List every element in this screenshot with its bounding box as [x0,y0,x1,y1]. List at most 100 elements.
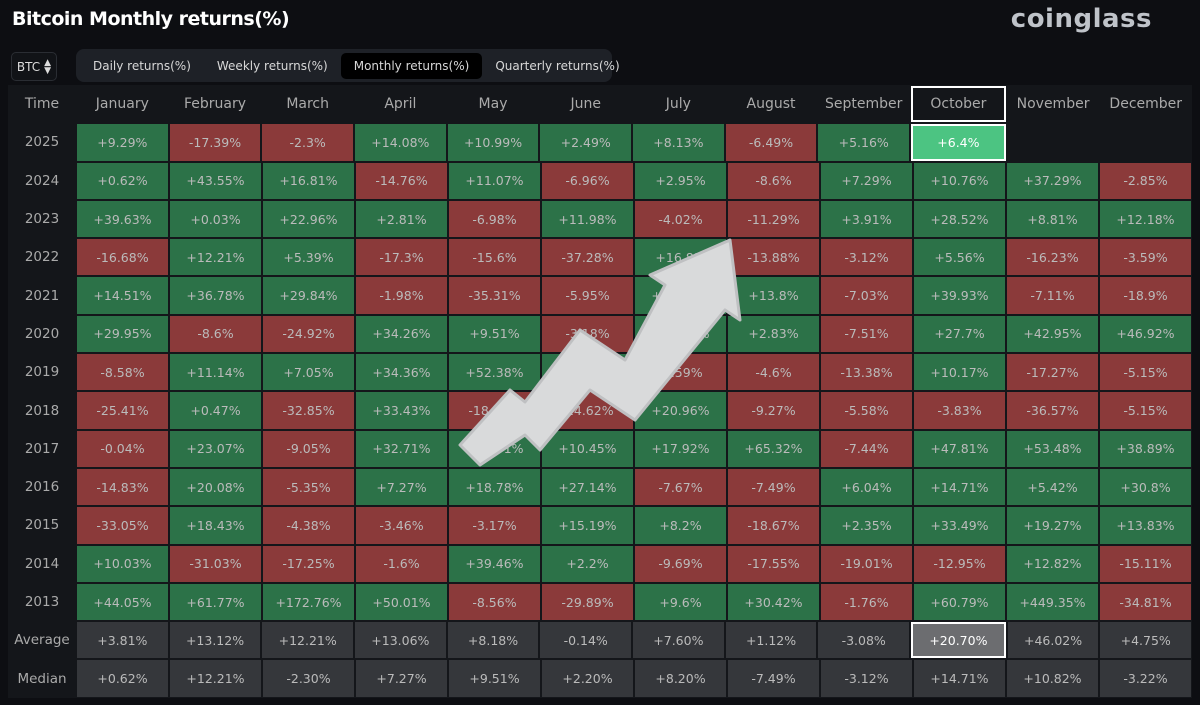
return-cell[interactable]: +12.21% [170,660,261,697]
return-cell[interactable]: +2.49% [540,124,632,161]
return-cell[interactable]: -9.69% [635,545,726,582]
return-cell[interactable]: +32.71% [356,430,447,467]
return-cell[interactable]: +18.43% [170,507,261,544]
return-cell[interactable]: +7.05% [263,354,354,391]
return-cell[interactable]: +65.32% [728,430,819,467]
return-cell[interactable]: -7.67% [635,468,726,506]
return-cell[interactable]: -5.35% [263,468,354,506]
return-cell[interactable]: -4.38% [263,507,354,544]
return-cell[interactable]: +30.8% [1100,468,1191,506]
return-cell[interactable]: -18.9% [1100,277,1191,314]
return-cell[interactable]: +6.04% [821,468,912,506]
return-cell[interactable]: -7.49% [728,660,819,697]
return-cell[interactable]: -2.85% [1100,162,1191,199]
return-cell[interactable]: +4.75% [1100,622,1192,659]
return-cell[interactable]: -5.15% [1100,354,1191,391]
return-cell[interactable]: -4.02% [635,200,726,238]
return-cell[interactable]: +0.03% [170,200,261,238]
return-cell[interactable]: +20.96% [635,392,726,429]
return-cell[interactable]: +0.62% [77,660,168,697]
return-cell[interactable]: -14.83% [77,468,168,506]
return-cell[interactable]: +12.18% [1100,200,1191,238]
return-cell[interactable]: -3.12% [821,239,912,276]
return-cell[interactable]: +19.27% [1007,507,1098,544]
return-cell[interactable]: -18.99% [449,392,540,429]
return-cell[interactable]: +12.21% [170,239,261,276]
return-cell[interactable]: +50.01% [356,583,447,621]
return-cell[interactable]: -34.81% [1100,583,1191,621]
return-cell[interactable]: +29.95% [77,315,168,353]
return-cell[interactable]: -18.67% [728,507,819,544]
return-cell[interactable]: +39.46% [449,545,540,582]
return-cell[interactable]: -19.01% [821,545,912,582]
return-cell[interactable]: +16.81% [263,162,354,199]
return-cell[interactable]: +33.43% [356,392,447,429]
return-cell[interactable]: +7.27% [356,468,447,506]
tab-daily[interactable]: Daily returns(%) [80,53,204,79]
return-cell[interactable]: -7.49% [728,468,819,506]
return-cell[interactable]: -5.95% [542,277,633,314]
return-cell[interactable]: -1.98% [356,277,447,314]
return-cell[interactable]: +10.03% [77,545,168,582]
tab-monthly[interactable]: Monthly returns(%) [340,52,483,79]
return-cell[interactable]: -13.38% [821,354,912,391]
return-cell[interactable]: -17.27% [1007,354,1098,391]
return-cell[interactable]: +39.63% [77,200,168,238]
return-cell[interactable]: -9.05% [263,430,354,467]
return-cell[interactable]: -8.6% [728,162,819,199]
return-cell[interactable]: +8.18% [447,622,539,659]
return-cell[interactable]: +10.82% [1007,660,1098,697]
return-cell[interactable]: +23.07% [170,430,261,467]
return-cell[interactable]: +6.4% [911,124,1006,161]
return-cell[interactable]: +13.06% [355,622,446,659]
return-cell[interactable]: -7.51% [821,315,912,353]
return-cell[interactable]: +11.07% [449,162,540,199]
return-cell[interactable]: +33.49% [914,507,1005,544]
return-cell[interactable]: -6.96% [542,162,633,199]
return-cell[interactable]: +5.56% [914,239,1005,276]
return-cell[interactable]: +52.38% [449,354,540,391]
return-cell[interactable]: +8.81% [1007,200,1098,238]
return-cell[interactable]: +0.62% [77,162,168,199]
return-cell[interactable]: +53.48% [1007,430,1098,467]
return-cell[interactable]: +2.81% [356,200,447,238]
return-cell[interactable]: -0.04% [77,430,168,467]
tab-quarterly[interactable]: Quarterly returns(%) [482,53,632,79]
return-cell[interactable]: -17.55% [728,545,819,582]
return-cell[interactable]: +2.2% [542,545,633,582]
return-cell[interactable]: +12.21% [262,622,354,659]
return-cell[interactable]: -17.39% [169,124,261,161]
return-cell[interactable]: -25.41% [77,392,168,429]
return-cell[interactable]: +17.92% [635,430,726,467]
return-cell[interactable]: +10.99% [447,124,539,161]
return-cell[interactable]: +43.55% [170,162,261,199]
return-cell[interactable]: +44.05% [77,583,168,621]
return-cell[interactable]: +8.20% [635,660,726,697]
return-cell[interactable]: +7.29% [821,162,912,199]
return-cell[interactable]: +52.71% [449,430,540,467]
return-cell[interactable]: +5.16% [818,124,910,161]
return-cell[interactable]: +13.8% [728,277,819,314]
return-cell[interactable]: -5.58% [821,392,912,429]
return-cell[interactable]: +61.77% [170,583,261,621]
return-cell[interactable]: -17.3% [356,239,447,276]
return-cell[interactable]: -8.56% [449,583,540,621]
return-cell[interactable]: +20.70% [911,622,1006,659]
return-cell[interactable]: +172.76% [263,583,354,621]
return-cell[interactable]: -35.31% [449,277,540,314]
return-cell[interactable]: +9.51% [449,660,540,697]
return-cell[interactable]: +1.12% [725,622,817,659]
return-cell[interactable]: +2.95% [635,162,726,199]
return-cell[interactable]: -24.92% [263,315,354,353]
return-cell[interactable]: -6.49% [725,124,817,161]
return-cell[interactable]: +46.92% [1100,315,1191,353]
return-cell[interactable]: -3.08% [818,622,910,659]
return-cell[interactable]: -6.59% [635,354,726,391]
return-cell[interactable]: -29.89% [542,583,633,621]
return-cell[interactable]: +14.08% [355,124,446,161]
return-cell[interactable]: +26.67% [542,354,633,391]
return-cell[interactable]: +30.42% [728,583,819,621]
return-cell[interactable]: -1.6% [356,545,447,582]
return-cell[interactable]: +47.81% [914,430,1005,467]
return-cell[interactable]: -14.62% [542,392,633,429]
